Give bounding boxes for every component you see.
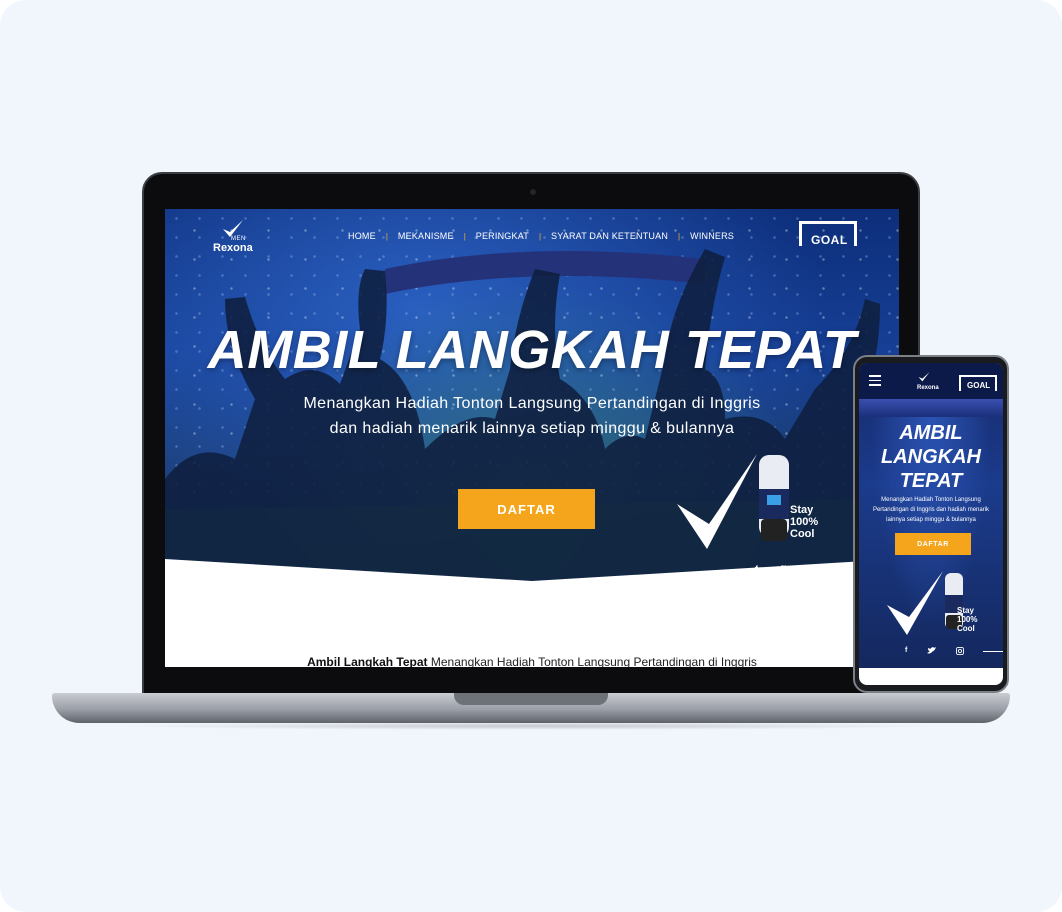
phone-headline: AMBIL LANGKAH TEPAT: [859, 421, 1003, 493]
goal-logo[interactable]: GOAL: [799, 221, 857, 247]
laptop: MEN Rexona HOME | MEKANISME | PERINGKAT …: [142, 172, 920, 699]
phone-banner-stripe: [859, 399, 1003, 417]
nav-separator: |: [678, 231, 681, 241]
product-tagline: Stay 100% Cool: [790, 504, 818, 540]
laptop-screen: MEN Rexona HOME | MEKANISME | PERINGKAT …: [165, 209, 899, 667]
phone-goal-text: GOAL: [967, 381, 991, 390]
phone-hero: Rexona GOAL AMBIL LANGKAH TEPAT Menangka…: [859, 363, 1003, 668]
phone-tagline-line: 100%: [957, 615, 978, 624]
phone-logo-name: Rexona: [917, 385, 939, 391]
tagline-line: 100%: [790, 516, 819, 528]
phone-headline-line: LANGKAH: [881, 446, 981, 468]
instagram-icon[interactable]: [956, 647, 965, 655]
menu-icon[interactable]: [869, 375, 881, 389]
phone: Rexona GOAL AMBIL LANGKAH TEPAT Menangka…: [853, 355, 1009, 693]
goal-logo-text: GOAL: [811, 233, 848, 247]
social-links: f: [755, 564, 813, 574]
laptop-camera: [530, 189, 536, 195]
twitter-icon[interactable]: [927, 647, 937, 655]
phone-tagline-line: Stay: [957, 606, 974, 615]
facebook-icon[interactable]: f: [755, 564, 758, 574]
nav-separator: |: [385, 231, 388, 241]
phone-headline-line: TEPAT: [899, 470, 963, 492]
twitter-icon[interactable]: [776, 564, 786, 574]
logo-name-text: Rexona: [213, 242, 253, 254]
phone-social-links: f: [905, 647, 965, 655]
instagram-icon[interactable]: [804, 564, 813, 574]
tagline-line: Stay: [790, 504, 814, 516]
facebook-icon[interactable]: f: [905, 647, 907, 655]
daftar-button[interactable]: DAFTAR: [458, 489, 595, 529]
tagline-line: Cool: [790, 528, 815, 540]
laptop-shadow: [110, 722, 952, 730]
rexona-check-icon: [918, 372, 930, 382]
phone-product-tagline: Stay 100% Cool: [957, 606, 977, 633]
hero-headline: AMBIL LANGKAH TEPAT: [207, 320, 857, 380]
phone-rexona-logo[interactable]: Rexona: [917, 371, 939, 391]
intro-rest: Menangkan Hadiah Tonton Langsung Pertand…: [427, 655, 757, 667]
nav-separator: |: [538, 231, 542, 241]
main-nav: HOME | MEKANISME | PERINGKAT | SYARAT DA…: [348, 231, 734, 241]
phone-subtitle-line: Pertandingan di Inggris dan hadiah menar…: [872, 507, 990, 513]
phone-tagline-line: Cool: [957, 624, 975, 633]
hero-section: MEN Rexona HOME | MEKANISME | PERINGKAT …: [165, 209, 899, 619]
nav-mekanisme[interactable]: MEKANISME: [398, 231, 454, 241]
big-check-icon: [677, 454, 757, 549]
phone-subtitle-line: lainnya setiap minggu & bulannya: [886, 517, 976, 523]
phone-subtitle-line: Menangkan Hadiah Tonton Langsung: [881, 497, 981, 503]
phone-subtitle: Menangkan Hadiah Tonton Langsung Pertand…: [869, 495, 993, 525]
hero-subtitle-line2: dan hadiah menarik lainnya setiap minggu…: [329, 420, 735, 437]
phone-daftar-button[interactable]: DAFTAR: [895, 533, 971, 555]
hero-subtitle-line1: Menangkan Hadiah Tonton Langsung Pertand…: [303, 395, 761, 412]
laptop-notch: [454, 693, 608, 705]
nav-home[interactable]: HOME: [348, 231, 376, 241]
phone-product-visual: [887, 571, 963, 635]
intro-bold: Ambil Langkah Tepat: [307, 655, 428, 667]
intro-text: Ambil Langkah Tepat Menangkan Hadiah Ton…: [165, 655, 899, 667]
phone-screen: Rexona GOAL AMBIL LANGKAH TEPAT Menangka…: [859, 363, 1003, 685]
phone-goal-logo[interactable]: GOAL: [959, 375, 997, 391]
phone-header: Rexona GOAL: [859, 363, 1003, 399]
nav-syarat-dan-ketentuan[interactable]: SYARAT DAN KETENTUAN: [551, 231, 668, 241]
phone-headline-line: AMBIL: [899, 422, 963, 444]
phone-social-divider: [983, 651, 1003, 652]
nav-winners[interactable]: WINNERS: [690, 231, 734, 241]
nav-separator: |: [463, 231, 466, 241]
rexona-logo[interactable]: MEN Rexona: [209, 218, 257, 260]
laptop-base: [52, 693, 1010, 723]
nav-peringkat[interactable]: PERINGKAT: [476, 231, 529, 241]
phone-big-check-icon: [887, 571, 943, 635]
